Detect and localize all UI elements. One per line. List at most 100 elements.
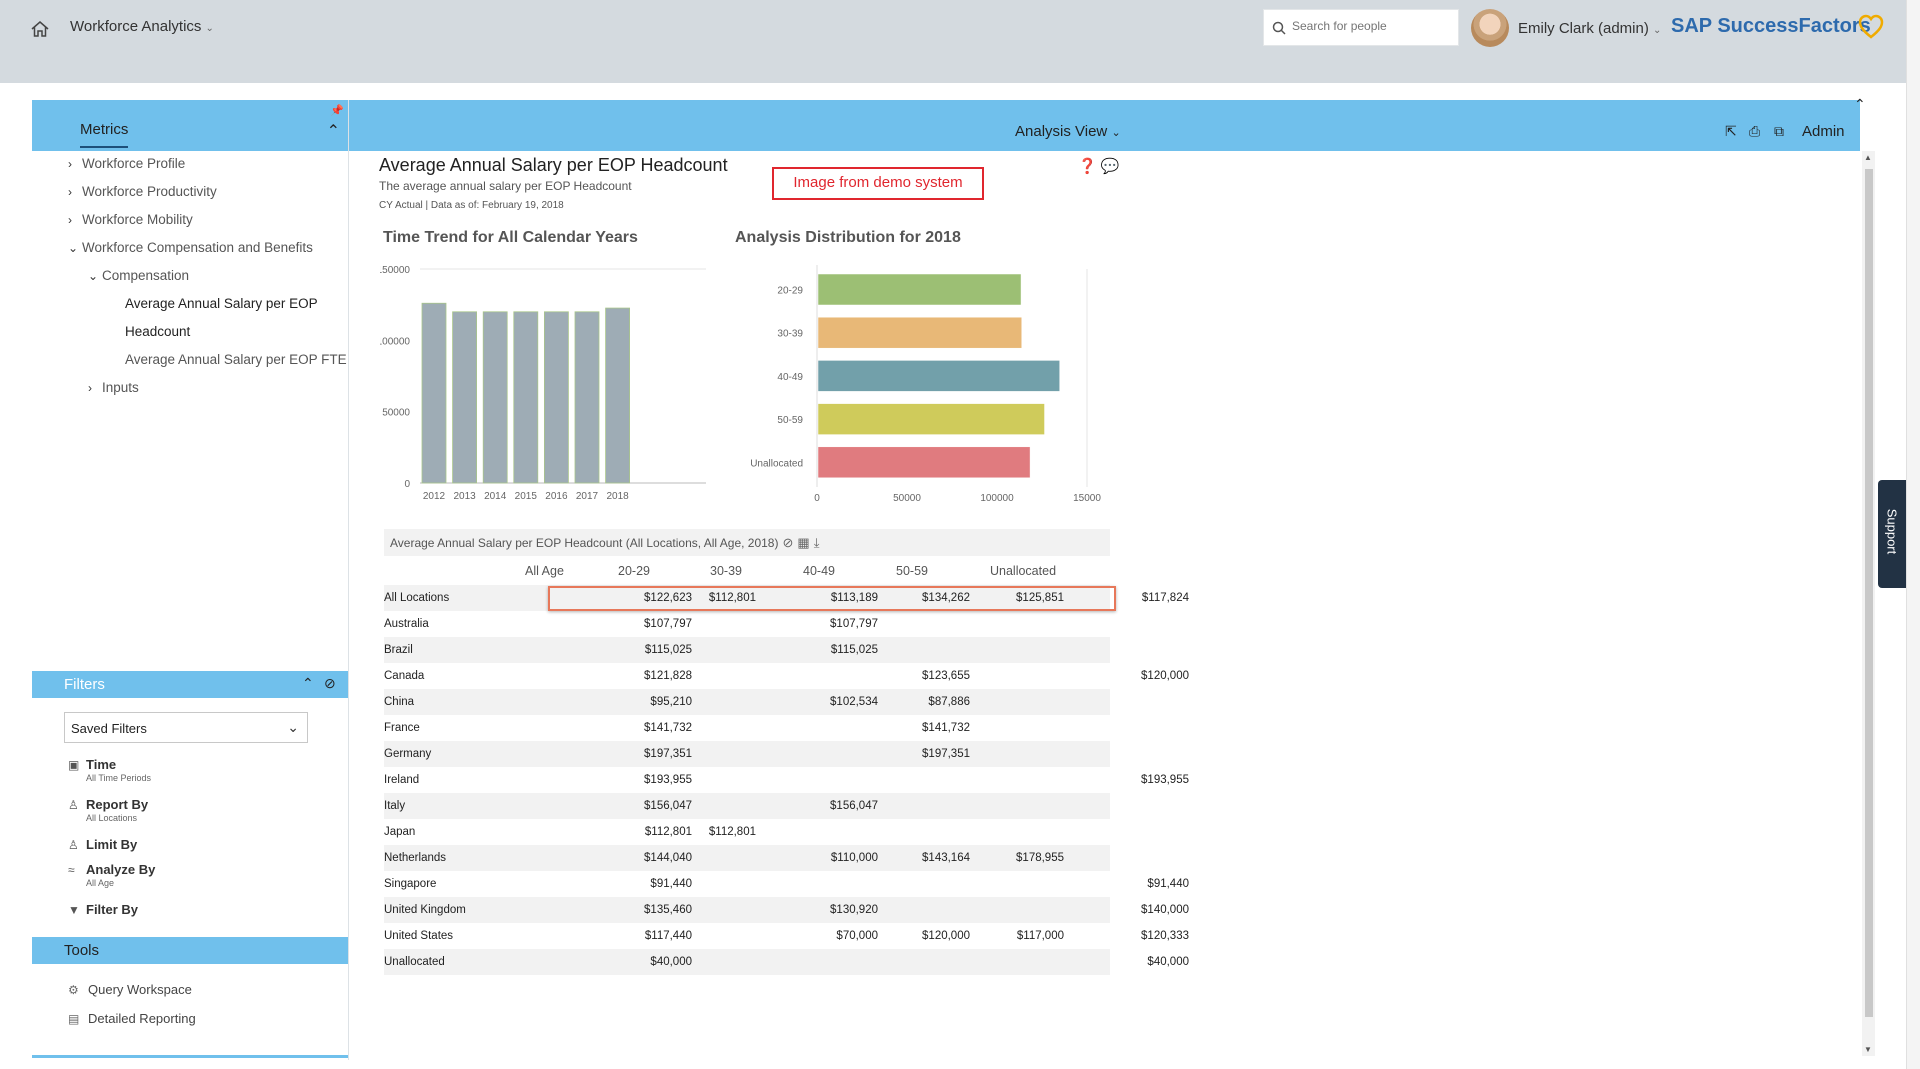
tree-item-inputs[interactable]: › Inputs [88,380,139,395]
table-row[interactable]: Canada $121,828 $123,655 $120,000 [384,663,1189,689]
people-search[interactable] [1263,9,1459,46]
scroll-down-icon[interactable]: ▼ [1864,1045,1872,1054]
distribution-bar[interactable] [817,360,1060,392]
main-scrollbar[interactable]: ▲ ▼ [1862,151,1875,1056]
table-row[interactable]: Ireland $193,955 $193,955 [384,767,1189,793]
tree-item-avg-salary-eop-headcount[interactable]: Average Annual Salary per EOP [125,296,318,311]
tree-item-compensation[interactable]: ⌄ Compensation [88,268,189,283]
table-cell[interactable]: $70,000 [798,930,878,942]
trend-bar[interactable] [605,307,631,484]
analysis-view-menu[interactable]: Analysis View ⌄ [1015,123,1121,140]
table-cell[interactable]: $197,351 [612,748,692,760]
collapse-icon[interactable]: ⌃ [327,121,340,141]
admin-menu[interactable]: Admin [1802,123,1845,140]
table-cell[interactable]: $197,351 [890,748,970,760]
metrics-tab[interactable]: Metrics [80,121,129,148]
table-cell[interactable]: $91,440 [612,878,692,890]
table-cell[interactable]: $135,460 [612,904,692,916]
reset-icon[interactable]: ⊘ [782,535,793,550]
table-cell[interactable]: $95,210 [612,696,692,708]
distribution-bar[interactable] [817,316,1022,349]
collapse-up-icon[interactable]: ⌃ [1854,96,1866,113]
tree-item-workforce-profile[interactable]: › Workforce Profile [68,156,185,171]
tree-item-workforce-mobility[interactable]: › Workforce Mobility [68,212,193,227]
table-cell[interactable]: $143,164 [890,852,970,864]
export-icon[interactable]: ⇱ [1725,123,1737,140]
distribution-bar[interactable] [817,273,1022,306]
support-tab[interactable]: Support [1878,480,1906,588]
table-cell[interactable]: $40,000 [612,956,692,968]
scroll-thumb[interactable] [1865,169,1873,1017]
table-cell[interactable]: $112,801 [676,826,756,838]
tree-item-avg-salary-eop-headcount-line2[interactable]: Headcount [125,324,190,339]
page-scrollbar[interactable] [1906,0,1920,1069]
table-cell[interactable]: $123,655 [890,670,970,682]
table-cell[interactable]: $193,955 [1109,774,1189,786]
table-cell[interactable]: $144,040 [612,852,692,864]
search-input[interactable] [1290,18,1454,34]
help-icon[interactable]: ❓ [1078,158,1097,175]
table-cell[interactable]: $117,824 [1109,592,1189,604]
tree-item-avg-salary-eop-fte[interactable]: Average Annual Salary per EOP FTE [125,352,347,367]
table-cell[interactable]: $140,000 [1109,904,1189,916]
trend-bar[interactable] [452,311,477,484]
filter-filter-by[interactable]: ▼ Filter By [68,902,138,917]
avatar[interactable] [1471,9,1509,47]
column-header[interactable]: Unallocated [990,564,1056,578]
column-header[interactable]: 30-39 [710,564,742,578]
table-cell[interactable]: $178,955 [984,852,1064,864]
table-row[interactable]: Unallocated $40,000 $40,000 [384,949,1189,975]
table-cell[interactable]: $121,828 [612,670,692,682]
filter-time[interactable]: ▣ Time All Time Periods [68,757,151,783]
reset-filters-icon[interactable]: ⊘ [324,675,336,692]
table-row[interactable]: Japan $112,801 $112,801 [384,819,1110,845]
distribution-bar[interactable] [817,403,1045,435]
tool-query-workspace[interactable]: ⚙ Query Workspace [68,982,192,997]
tree-item-compensation-benefits[interactable]: ⌄ Workforce Compensation and Benefits [68,240,313,255]
column-header[interactable]: 20-29 [618,564,650,578]
table-cell[interactable]: $193,955 [612,774,692,786]
column-header[interactable]: 50-59 [896,564,928,578]
table-cell[interactable]: $120,333 [1109,930,1189,942]
table-row[interactable]: Australia $107,797 $107,797 [384,611,1110,637]
table-row[interactable]: United Kingdom $135,460 $130,920 $140,000 [384,897,1189,923]
collapse-icon[interactable]: ⌃ [302,675,314,692]
table-cell[interactable]: $141,732 [612,722,692,734]
user-menu[interactable]: Emily Clark (admin) ⌄ [1518,20,1661,37]
trend-bar[interactable] [574,311,600,484]
table-row[interactable]: Singapore $91,440 $91,440 [384,871,1189,897]
table-row[interactable]: Brazil $115,025 $115,025 [384,637,1110,663]
trend-bar[interactable] [421,302,447,484]
table-cell[interactable]: $120,000 [1109,670,1189,682]
share-icon[interactable]: ⧉ [1774,123,1784,140]
table-cell[interactable]: $102,534 [798,696,878,708]
table-settings-icon[interactable]: ▦ [797,535,809,550]
table-cell[interactable]: $110,000 [798,852,878,864]
table-cell[interactable]: $156,047 [798,800,878,812]
distribution-bar[interactable] [817,446,1031,479]
print-icon[interactable]: ⎙ [1749,123,1760,140]
table-cell[interactable]: $91,440 [1109,878,1189,890]
table-cell[interactable]: $120,000 [890,930,970,942]
column-header[interactable]: 40-49 [803,564,835,578]
tree-item-workforce-productivity[interactable]: › Workforce Productivity [68,184,217,199]
trend-bar[interactable] [543,311,569,484]
table-cell[interactable]: $130,920 [798,904,878,916]
table-cell[interactable]: $156,047 [612,800,692,812]
download-icon[interactable]: ⤓ [814,535,820,550]
scroll-up-icon[interactable]: ▲ [1864,153,1872,162]
table-cell[interactable]: $115,025 [798,644,878,656]
table-row[interactable]: France $141,732 $141,732 [384,715,1110,741]
table-cell[interactable]: $40,000 [1109,956,1189,968]
filter-analyze-by[interactable]: ≈ Analyze By All Age [68,862,155,888]
table-cell[interactable]: $115,025 [612,644,692,656]
table-cell[interactable]: $87,886 [890,696,970,708]
pin-icon[interactable]: 📌 [330,104,344,117]
trend-bar[interactable] [513,311,539,484]
saved-filters-select[interactable]: Saved Filters ⌄ [64,712,308,743]
table-row[interactable]: Italy $156,047 $156,047 [384,793,1110,819]
filter-report-by[interactable]: ♙ Report By All Locations [68,797,148,823]
table-row[interactable]: Netherlands $144,040 $110,000 $143,164 $178,… [384,845,1110,871]
column-header[interactable]: All Age [525,564,564,578]
comment-icon[interactable]: 💬 [1101,158,1120,175]
